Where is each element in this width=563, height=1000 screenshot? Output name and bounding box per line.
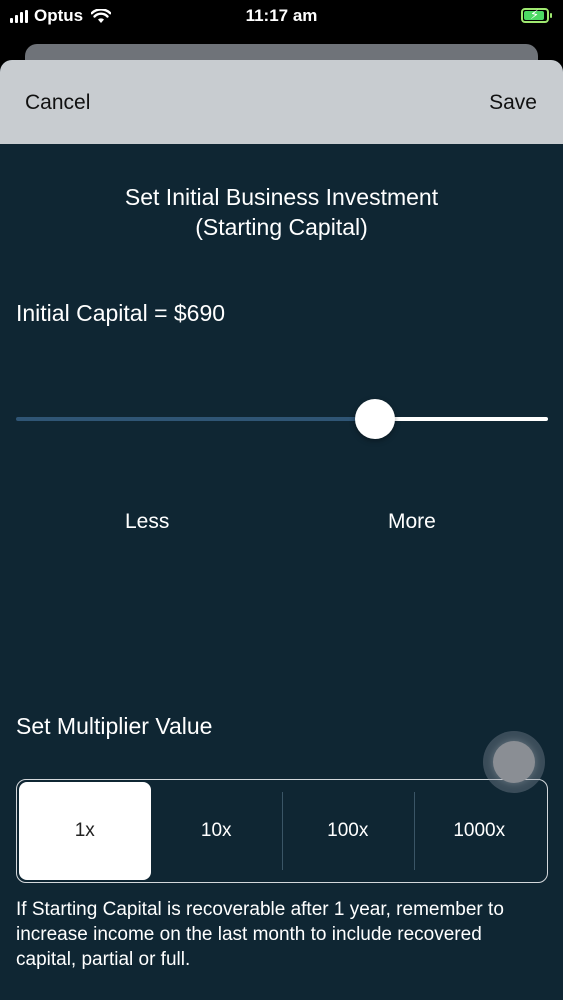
- save-button[interactable]: Save: [489, 91, 537, 115]
- slider-max-track: [375, 417, 548, 421]
- segment-1x[interactable]: 1x: [19, 782, 151, 880]
- status-bar: Optus 11:17 am ⚡: [0, 0, 563, 34]
- investment-modal: Cancel Save Set Initial Business Investm…: [0, 60, 563, 1000]
- assistive-touch-dot: [493, 741, 535, 783]
- page-title: Set Initial Business Investment (Startin…: [0, 182, 563, 242]
- nav-bar: Cancel Save: [0, 60, 563, 144]
- segment-100x[interactable]: 100x: [282, 782, 414, 880]
- slider-max-label: More: [388, 510, 436, 533]
- assistive-touch-button[interactable]: [483, 731, 545, 793]
- status-time: 11:17 am: [245, 6, 318, 25]
- segment-1000x[interactable]: 1000x: [413, 782, 546, 880]
- charging-bolt-icon: ⚡: [530, 7, 540, 22]
- recovery-note: If Starting Capital is recoverable after…: [16, 899, 504, 970]
- title-line-1: Set Initial Business Investment: [124, 184, 439, 210]
- cancel-button[interactable]: Cancel: [25, 91, 90, 115]
- slider-min-label: Less: [125, 510, 170, 533]
- slider-min-track: [16, 417, 376, 421]
- initial-capital-label: Initial Capital = $690: [16, 300, 226, 326]
- slider-thumb[interactable]: [355, 399, 396, 439]
- capital-slider[interactable]: [16, 399, 548, 440]
- segment-10x[interactable]: 10x: [151, 782, 283, 880]
- multiplier-segmented-control: 1x 10x 100x 1000x: [16, 779, 548, 883]
- title-line-2: (Starting Capital): [195, 214, 368, 240]
- multiplier-label: Set Multiplier Value: [16, 713, 213, 739]
- battery-charging-icon: ⚡: [521, 7, 552, 23]
